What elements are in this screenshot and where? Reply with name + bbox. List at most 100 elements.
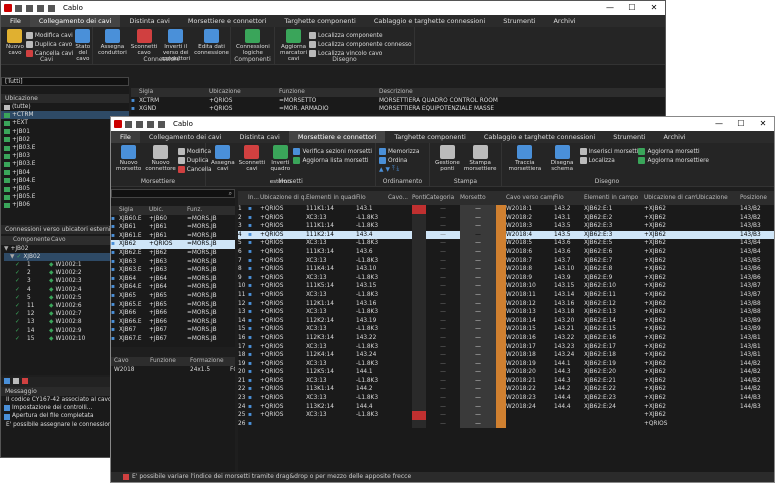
column-header[interactable]: Ubic.: [149, 206, 187, 215]
column-header[interactable]: Descrizione: [379, 88, 639, 97]
column-header[interactable]: [238, 191, 248, 205]
message-row[interactable]: Apertura del file completata: [1, 412, 111, 420]
menu-strumenti[interactable]: Strumenti: [604, 131, 654, 143]
strip-row[interactable]: ▪ XJB65.E +JB65 =MORS.JB: [111, 301, 235, 310]
menu-cablaggio[interactable]: Cablaggio e targhette connessioni: [365, 15, 494, 27]
update-terminals-button[interactable]: Aggiorna morsetti: [638, 147, 709, 156]
connection-row[interactable]: ✓ 4 ◆ W1002:4: [1, 286, 111, 294]
menu-morsettiere[interactable]: Morsettiere e connettori: [288, 131, 386, 143]
filter-combo[interactable]: [Tutti]: [1, 77, 129, 86]
column-header[interactable]: Cavo...: [388, 191, 412, 205]
manage-bridges-button[interactable]: Gestione ponti: [433, 145, 462, 172]
table-row[interactable]: 18 ▪ +QRIOS 112K4:14 143.24 — — W2018:18 143.24 X…: [238, 351, 774, 360]
table-row[interactable]: ▪ XGND +QRIOS =MOR. ARMADIO MORSETTIERA EQUI…: [131, 105, 665, 114]
table-row[interactable]: 13 ▪ +QRIOS XC3:13 -L1.8K3 — — W2018:13 143.18 XJ…: [238, 308, 774, 317]
print-terminals-button[interactable]: Stampa morsettiere: [462, 145, 499, 172]
column-header[interactable]: Cavo verso campo: [506, 191, 554, 205]
table-row[interactable]: 23 ▪ +QRIOS XC3:13 -L1.8K3 — — W2018:23 144.4 XJB…: [238, 394, 774, 403]
arrow-down-icon[interactable]: ▼: [385, 167, 389, 173]
tree-node-jb02[interactable]: ▼ +JB02: [4, 245, 111, 253]
undo-icon[interactable]: [48, 4, 55, 12]
connection-row[interactable]: ✓ 14 ◆ W1002:9: [1, 327, 111, 335]
column-header[interactable]: Elementi in quadro: [306, 191, 356, 205]
edit-connection-button[interactable]: Edita dati connessione: [192, 29, 231, 56]
column-header[interactable]: [496, 191, 506, 205]
table-row[interactable]: 3 ▪ +QRIOS 111K1:14 -L1.8K3 — — W2018:3 143.5 XJB…: [238, 222, 774, 231]
minimize-button[interactable]: —: [708, 117, 730, 131]
new-connector-button[interactable]: Nuovo connettore: [143, 145, 177, 172]
memorize-button[interactable]: Memorizza: [379, 147, 419, 156]
disconnect-cables-button[interactable]: Sconnetti cavi: [237, 145, 268, 172]
strip-row[interactable]: ▪ XJB62.E +JB62 =MORS.JB: [111, 249, 235, 258]
update-list-button[interactable]: Aggiorna lista morsetti: [293, 156, 372, 165]
menu-distinta[interactable]: Distinta cavi: [230, 131, 288, 143]
connection-row[interactable]: ✓ 5 ◆ W1002:5: [1, 294, 111, 302]
column-header[interactable]: Elementi in campo: [584, 191, 644, 205]
new-terminal-button[interactable]: Nuovo morsetto: [114, 145, 143, 172]
table-row[interactable]: 22 ▪ +QRIOS 113K1:14 144.2 — — W2018:22 144.2 XJB…: [238, 385, 774, 395]
connection-row[interactable]: ✓ 1 ◆ W1002:1: [1, 261, 111, 269]
table-row[interactable]: 1 ▪ +QRIOS 111K1:14 143.1 — — W2018:1 143.2 XJB62…: [238, 205, 774, 214]
maximize-button[interactable]: ☐: [730, 117, 752, 131]
trace-terminal-button[interactable]: Traccia morsettiera: [505, 145, 545, 172]
duplicate-cable-button[interactable]: Duplica cavo: [25, 40, 73, 49]
insert-terminals-button[interactable]: Inserisci morsetti: [579, 147, 638, 156]
column-header[interactable]: Ponti: [412, 191, 426, 205]
strip-row[interactable]: ▪ XJB61.E +JB61 =MORS.JB: [111, 232, 235, 241]
table-row[interactable]: 5 ▪ +QRIOS XC3:13 -L1.8K3 — — W2018:5 143.6 XJB62…: [238, 239, 774, 248]
connection-row[interactable]: ✓ 3 ◆ W1002:3: [1, 277, 111, 285]
strip-row[interactable]: ▪ XJB64.E +JB64 =MORS.JB: [111, 283, 235, 292]
minimize-button[interactable]: —: [599, 1, 621, 15]
print-icon[interactable]: [37, 4, 44, 12]
warning-icon[interactable]: [13, 378, 19, 384]
menu-distinta[interactable]: Distinta cavi: [120, 15, 178, 27]
column-header[interactable]: Posizione: [740, 191, 770, 205]
localize-component-button[interactable]: Localizza componente: [309, 31, 412, 40]
localize-connected-button[interactable]: Localizza componente connesso: [309, 40, 412, 49]
tree-node-xjb02[interactable]: ▼ ✓ XJB02: [4, 252, 111, 261]
maximize-button[interactable]: ☐: [621, 1, 643, 15]
strip-row[interactable]: ▪ XJB61 +JB61 =MORS.JB: [111, 223, 235, 232]
column-header[interactable]: Ubicazione di q...: [260, 191, 306, 205]
strip-row[interactable]: ▪ XJB63.E +JB63 =MORS.JB: [111, 266, 235, 275]
menu-collegamento[interactable]: Collegamento dei cavi: [29, 15, 121, 27]
print-icon[interactable]: [147, 120, 154, 128]
column-header[interactable]: Cavo: [111, 357, 147, 366]
disconnect-cable-button[interactable]: Sconnetti cavo: [129, 29, 160, 56]
close-button[interactable]: ✕: [752, 117, 774, 131]
connection-row[interactable]: ✓ 12 ◆ W1002:7: [1, 310, 111, 318]
connection-row[interactable]: ✓ 13 ◆ W1002:8: [1, 318, 111, 326]
strip-row[interactable]: ▪ XJB64 +JB64 =MORS.JB: [111, 275, 235, 284]
assign-cables-button[interactable]: Assegna cavi: [209, 145, 237, 172]
assign-conductors-button[interactable]: Assegna conduttori: [96, 29, 129, 56]
table-row[interactable]: 25 ▪ +QRIOS XC3:13 -L1.8K3 — — +XJB62: [238, 411, 774, 420]
strip-row[interactable]: ▪ XJB66.E +JB66 =MORS.JB: [111, 318, 235, 327]
strip-row[interactable]: ▪ XJB63 +JB63 =MORS.JB: [111, 258, 235, 267]
column-header[interactable]: Funzione: [147, 357, 187, 366]
info-icon[interactable]: [4, 378, 10, 384]
table-row[interactable]: 17 ▪ +QRIOS XC3:13 -L1.8K3 — — W2018:17 143.23 XJ…: [238, 342, 774, 352]
table-row[interactable]: 20 ▪ +QRIOS 112K5:14 144.1 — — W2018:20 144.3 XJB…: [238, 368, 774, 377]
table-row[interactable]: 2 ▪ +QRIOS XC3:13 -L1.8K3 — — W2018:2 143.1 XJB62…: [238, 213, 774, 223]
open-icon[interactable]: [136, 120, 143, 128]
strip-row[interactable]: ▪ XJB60.E +JB60 =MORS.JB: [111, 215, 235, 224]
table-row[interactable]: 26 ▪ — — +QRIOS: [238, 419, 774, 429]
strip-row[interactable]: ▪ XJB65 +JB65 =MORS.JB: [111, 292, 235, 301]
close-button[interactable]: ✕: [643, 1, 665, 15]
logic-connections-button[interactable]: Connessioni logiche: [234, 29, 272, 56]
menu-cablaggio[interactable]: Cablaggio e targhette connessioni: [475, 131, 604, 143]
cable-row[interactable]: W2018 24x1.5 FC: [111, 366, 235, 375]
table-row[interactable]: 16 ▪ +QRIOS 112K3:14 143.22 — — W2018:16 143.22 X…: [238, 333, 774, 343]
menu-archivi[interactable]: Archivi: [544, 15, 584, 27]
menu-collegamento[interactable]: Collegamento dei cavi: [140, 131, 230, 143]
table-row[interactable]: 8 ▪ +QRIOS 111K4:14 143.10 — — W2018:8 143.10 XJB…: [238, 265, 774, 274]
draw-schema-button[interactable]: Disegna schema: [545, 145, 580, 172]
table-row[interactable]: 19 ▪ +QRIOS XC3:13 -L1.8K3 — — W2018:19 144.1 XJB…: [238, 359, 774, 369]
menu-file[interactable]: File: [111, 131, 140, 143]
message-row[interactable]: Il codice CY167-42 associato al cavo W2: [1, 396, 123, 404]
column-header[interactable]: Filo: [554, 191, 584, 205]
table-row[interactable]: 6 ▪ +QRIOS 111K3:14 143.6 — — W2018:6 143.6 XJB62…: [238, 247, 774, 257]
undo-icon[interactable]: [158, 120, 165, 128]
column-header[interactable]: Morsetto: [460, 191, 496, 205]
connection-row[interactable]: ✓ 15 ◆ W1002:10: [1, 335, 111, 343]
